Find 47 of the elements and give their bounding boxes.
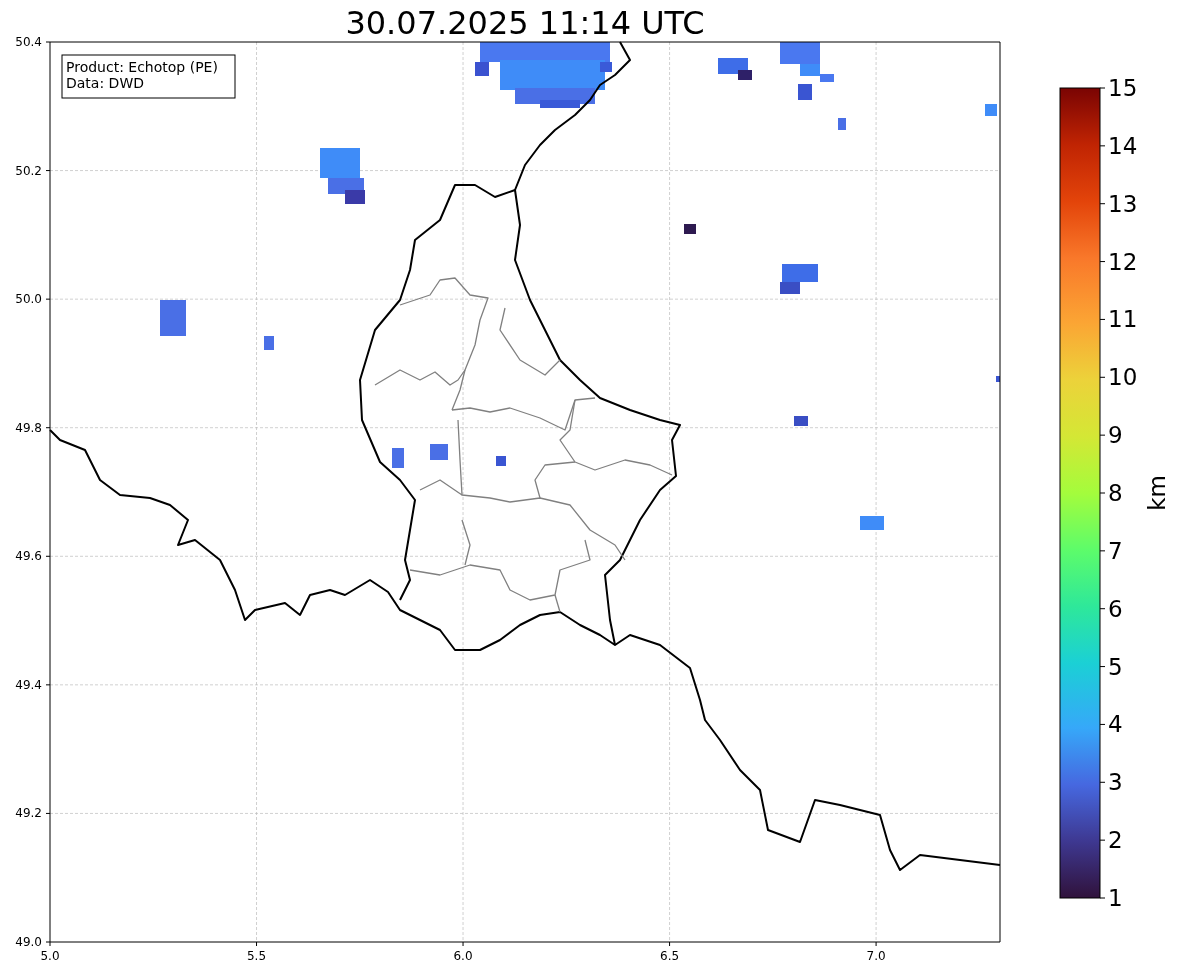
colorbar-tick-label: 2 xyxy=(1108,827,1123,854)
x-tick-label: 5.5 xyxy=(246,949,267,963)
y-tick-label: 49.2 xyxy=(15,806,42,821)
colorbar-tick-label: 4 xyxy=(1108,711,1123,738)
tick-mark xyxy=(1099,781,1106,783)
colorbar-tick-label: 11 xyxy=(1108,306,1138,333)
colorbar-tick-label: 15 xyxy=(1108,75,1138,101)
y-tick-label: 50.0 xyxy=(15,292,42,307)
tick-mark xyxy=(1099,318,1106,320)
tick-mark xyxy=(1099,608,1106,610)
y-tick-label: 50.4 xyxy=(15,35,42,49)
colorbar-tick-label: 12 xyxy=(1108,248,1138,275)
colorbar-tick-label: 10 xyxy=(1108,364,1138,391)
tick-mark xyxy=(1099,839,1106,841)
tick-mark xyxy=(1099,376,1106,378)
tick-mark xyxy=(1099,203,1106,205)
tick-mark xyxy=(1099,434,1106,436)
x-tick-label: 6.0 xyxy=(453,949,473,963)
x-tick-label: 6.5 xyxy=(660,949,680,963)
colorbar-tick-label: 8 xyxy=(1108,480,1123,506)
y-tick-label: 49.4 xyxy=(15,677,42,692)
x-tick-label: 5.0 xyxy=(40,949,60,963)
y-tick-label: 49.8 xyxy=(15,420,42,435)
tick-mark xyxy=(1099,723,1106,725)
y-tick-label: 50.2 xyxy=(15,163,42,178)
tick-mark xyxy=(1099,492,1106,494)
y-tick-label: 49.0 xyxy=(15,935,42,949)
colorbar-axis-label: km xyxy=(1144,475,1170,511)
tick-mark xyxy=(1099,87,1106,89)
colorbar-tick-label: 9 xyxy=(1108,422,1123,449)
colorbar-tick-label: 7 xyxy=(1108,537,1123,564)
info-text: Product: Echotop (PE) xyxy=(66,59,218,75)
info-text: Data: DWD xyxy=(66,75,144,91)
colorbar-tick-label: 5 xyxy=(1108,653,1123,680)
tick-mark xyxy=(1099,261,1106,263)
y-tick-label: 49.6 xyxy=(15,549,42,564)
tick-mark xyxy=(1099,145,1106,147)
x-tick-label: 7.0 xyxy=(866,949,886,963)
colorbar-tick-label: 6 xyxy=(1108,595,1123,622)
tick-mark xyxy=(1099,897,1106,899)
colorbar-tick-label: 3 xyxy=(1108,769,1123,796)
tick-mark xyxy=(1099,666,1106,668)
tick-mark xyxy=(1099,550,1106,552)
chart-title: 30.07.2025 11:14 UTC xyxy=(345,4,705,42)
colorbar-tick-label: 1 xyxy=(1108,885,1123,911)
colorbar-tick-label: 14 xyxy=(1108,132,1138,159)
colorbar-tick-label: 13 xyxy=(1108,190,1138,217)
